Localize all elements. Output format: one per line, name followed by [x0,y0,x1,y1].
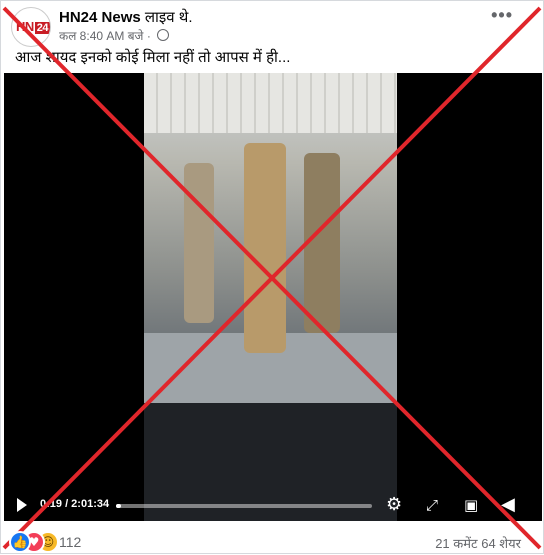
post-footer: 👍 ♥ ☺ 112 21 कमेंट 64 शेयर [1,527,544,555]
settings-icon[interactable]: ⚙ [386,495,402,515]
post-timestamp[interactable]: कल 8:40 AM बजे [59,29,143,43]
play-icon[interactable] [17,498,27,512]
reaction-count[interactable]: 112 [59,534,81,550]
video-progress-fill [116,504,122,508]
facebook-post: HN 24 HN24 News लाइव थे. कल 8:40 AM बजे ·… [0,0,544,554]
page-avatar[interactable]: HN 24 [11,7,51,47]
meta-separator: · [146,29,151,43]
more-options-button[interactable]: ••• [491,5,513,26]
volume-icon[interactable]: ◀ [501,495,515,515]
post-meta: कल 8:40 AM बजे · [59,27,170,44]
page-name-link[interactable]: HN24 News [59,9,141,26]
post-text: आज शायद इनको कोई मिला नहीं तो आपस में ही… [15,49,291,66]
page-name-line: HN24 News लाइव थे. [59,7,193,27]
globe-icon [157,29,170,41]
person-figure [184,163,214,323]
comment-count[interactable]: 21 कमेंट [435,536,477,551]
pip-icon[interactable]: ▣ [464,495,478,515]
video-player[interactable]: 0:19 / 2:01:34 ⚙ ⤢ ▣ ◀ [4,73,542,521]
live-status: लाइव थे. [144,9,193,26]
video-controls: 0:19 / 2:01:34 ⚙ ⤢ ▣ ◀ [4,491,542,521]
video-frame [144,73,397,521]
share-count[interactable]: 64 शेयर [481,536,521,551]
hn24-logo: HN 24 [16,19,50,34]
video-time: 0:19 / 2:01:34 [40,498,110,510]
building-background [144,73,397,133]
person-figure [304,153,340,333]
fullscreen-icon[interactable]: ⤢ [426,495,438,515]
video-progress-bar[interactable] [116,504,372,508]
engagement-stats: 21 कमेंट 64 शेयर [435,534,521,552]
person-figure [244,143,286,353]
like-icon[interactable]: 👍 [9,531,31,553]
